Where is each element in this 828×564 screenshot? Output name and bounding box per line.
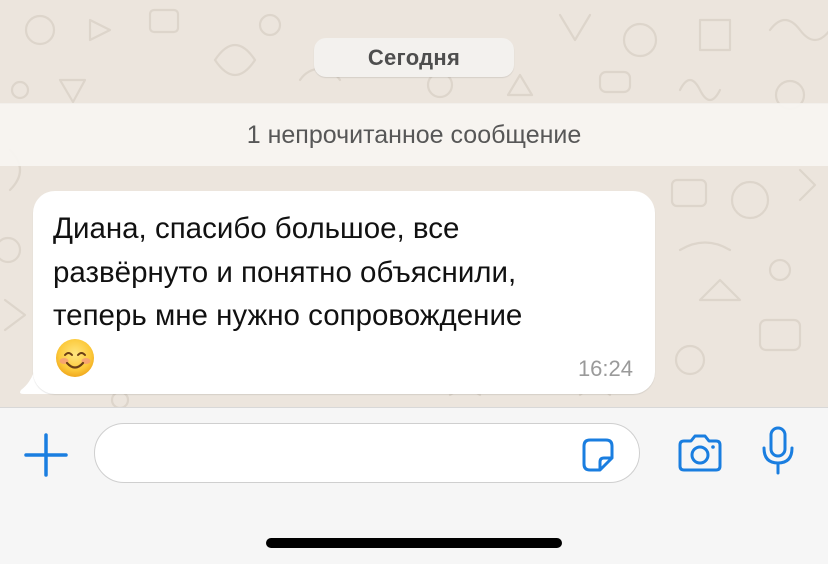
sticker-icon[interactable] bbox=[578, 436, 618, 476]
message-input[interactable] bbox=[94, 423, 640, 483]
message-text: Диана, спасибо большое, все развёрнуто и… bbox=[53, 212, 523, 332]
microphone-icon[interactable] bbox=[760, 426, 796, 476]
message-timestamp: 16:24 bbox=[577, 356, 633, 381]
unread-messages-banner: 1 непрочитанное сообщение bbox=[0, 103, 828, 166]
camera-icon[interactable] bbox=[676, 433, 724, 473]
plus-icon[interactable] bbox=[24, 433, 68, 477]
incoming-message-bubble[interactable]: Диана, спасибо большое, все развёрнуто и… bbox=[33, 191, 655, 394]
message-composer-bar bbox=[0, 407, 828, 564]
date-separator: Сегодня bbox=[314, 38, 514, 77]
home-indicator bbox=[266, 538, 562, 548]
smiling-face-emoji-icon bbox=[56, 339, 94, 377]
chat-area[interactable]: Сегодня 1 непрочитанное сообщение Диана,… bbox=[0, 0, 828, 407]
